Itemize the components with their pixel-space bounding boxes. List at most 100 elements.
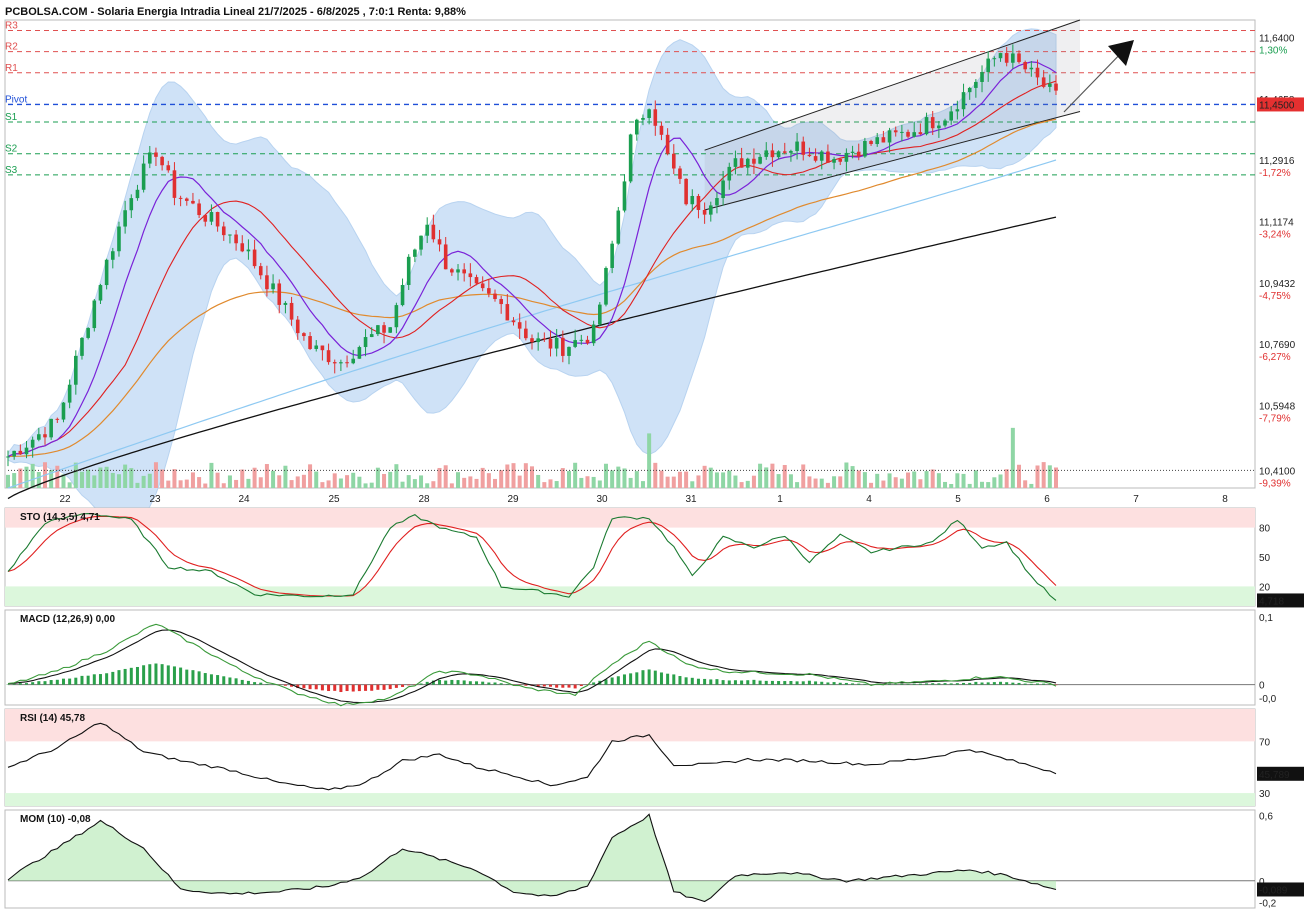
macd-panel-hist-bar xyxy=(944,683,947,685)
macd-panel-hist-bar xyxy=(715,679,718,684)
macd-panel-hist-bar xyxy=(641,670,644,684)
price-pct-0: 1,30% xyxy=(1259,46,1287,57)
volume-bar xyxy=(684,472,688,488)
volume-bar xyxy=(789,474,793,488)
x-label-10: 5 xyxy=(955,494,961,505)
macd-panel-hist-bar xyxy=(777,681,780,685)
volume-bar xyxy=(240,470,244,488)
macd-panel-hist-bar xyxy=(574,685,577,689)
macd-panel-hist-bar xyxy=(561,685,564,688)
candle-body xyxy=(906,132,910,137)
volume-bar xyxy=(807,476,811,488)
volume-bar xyxy=(653,463,657,488)
candle-body xyxy=(863,141,867,157)
volume-bar xyxy=(185,480,189,488)
volume-bar xyxy=(518,476,522,488)
macd-panel-hist-bar xyxy=(500,683,503,684)
candle-body xyxy=(499,299,503,304)
macd-panel-hist-bar xyxy=(919,684,922,685)
volume-bar xyxy=(246,479,250,488)
candle-body xyxy=(684,179,688,204)
macd-panel-hist-bar xyxy=(814,681,817,684)
candle-body xyxy=(142,164,146,190)
macd-panel-hist-bar xyxy=(931,683,934,684)
volume-bar xyxy=(567,471,571,488)
volume-bar xyxy=(283,466,287,488)
candle-body xyxy=(388,327,392,333)
candle-body xyxy=(345,362,349,363)
candle-body xyxy=(758,157,762,164)
macd-panel-hist-bar xyxy=(845,683,848,685)
volume-bar xyxy=(622,468,626,488)
volume-bar xyxy=(801,464,805,488)
volume-bar xyxy=(888,473,892,488)
candle-body xyxy=(74,356,78,385)
candle-body xyxy=(173,170,177,198)
volume-bar xyxy=(314,471,318,488)
candle-body xyxy=(62,403,66,420)
price-pct-4: -4,75% xyxy=(1259,291,1291,302)
volume-bar xyxy=(721,472,725,488)
volume-bar xyxy=(505,464,509,488)
volume-bar xyxy=(18,469,22,488)
sto-panel-tick-2: 20 xyxy=(1259,582,1271,593)
macd-panel-hist-bar xyxy=(549,685,552,687)
candle-body xyxy=(148,152,152,163)
candle-body xyxy=(271,283,275,289)
candle-body xyxy=(875,137,879,144)
price-pct-3: -3,24% xyxy=(1259,229,1291,240)
macd-panel-hist-bar xyxy=(1011,683,1014,685)
macd-panel-hist-bar xyxy=(635,672,638,684)
volume-bar xyxy=(524,463,528,488)
macd-panel-hist-bar xyxy=(401,685,404,687)
volume-bar xyxy=(826,483,830,488)
volume-bar xyxy=(851,466,855,488)
chart-title: PCBOLSA.COM - Solaria Energia Intradia L… xyxy=(5,6,466,18)
macd-panel-frame xyxy=(5,610,1255,705)
candle-body xyxy=(900,132,904,133)
volume-bar xyxy=(894,477,898,488)
macd-panel-hist-bar xyxy=(580,685,583,686)
macd-panel-hist-bar xyxy=(826,682,829,684)
macd-panel-hist-bar xyxy=(87,676,90,685)
volume-bar xyxy=(456,472,460,488)
macd-panel-hist-bar xyxy=(389,685,392,689)
candle-body xyxy=(376,325,380,334)
candle-body xyxy=(265,275,269,289)
price-panel: R3R2R1PivotS1S2S311,64001,30%11,465811,2… xyxy=(5,20,1304,532)
volume-bar xyxy=(1005,469,1009,488)
macd-panel-hist-bar xyxy=(161,664,164,684)
macd-panel-hist-bar xyxy=(937,683,940,684)
macd-panel-hist-bar xyxy=(900,684,903,685)
macd-panel-hist-bar xyxy=(783,681,786,685)
macd-panel-hist-bar xyxy=(617,676,620,684)
candle-body xyxy=(974,82,978,88)
candle-body xyxy=(993,58,997,59)
candle-body xyxy=(592,325,596,344)
candle-body xyxy=(845,153,849,162)
price-pct-6: -7,79% xyxy=(1259,413,1291,424)
candle-body xyxy=(93,301,97,329)
volume-bar xyxy=(869,483,873,488)
candle-body xyxy=(777,151,781,157)
macd-panel-hist-bar xyxy=(247,681,250,685)
macd-panel-hist-bar xyxy=(321,685,324,691)
candle-body xyxy=(475,277,479,283)
macd-panel-hist-bar xyxy=(660,672,663,684)
volume-bar xyxy=(740,482,744,488)
candle-body xyxy=(432,225,436,240)
volume-bar xyxy=(86,470,90,488)
macd-panel-hist-bar xyxy=(333,685,336,691)
macd-panel-hist-bar xyxy=(117,670,120,685)
candle-body xyxy=(604,268,608,305)
candle-body xyxy=(438,239,442,244)
volume-bar xyxy=(672,477,676,488)
volume-bar xyxy=(844,462,848,488)
volume-bar xyxy=(641,481,645,488)
mom-panel-tick-0: 0,6 xyxy=(1259,811,1273,822)
candle-body xyxy=(530,338,534,342)
volume-bar xyxy=(438,468,442,488)
volume-bar xyxy=(536,475,540,488)
candle-body xyxy=(259,266,263,275)
macd-panel-hist-bar xyxy=(74,678,77,685)
